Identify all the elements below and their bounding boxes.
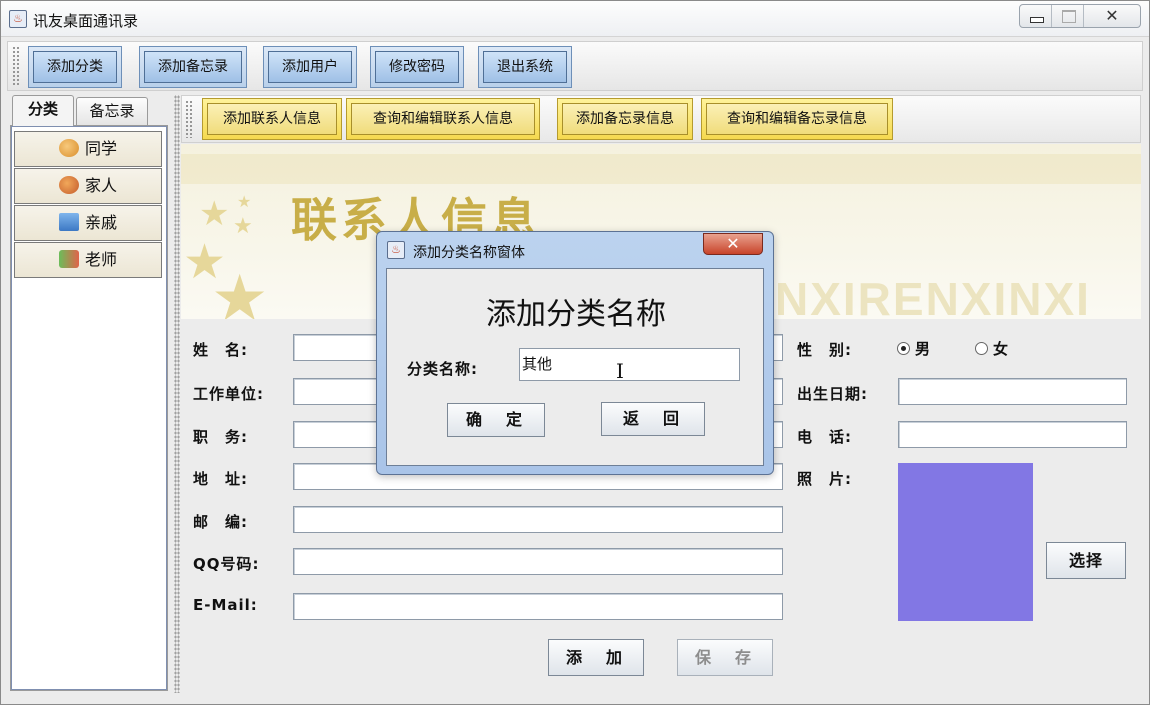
- address-label: 地 址:: [193, 470, 248, 488]
- dialog-body: 添加分类名称 分类名称: 其他 I 确 定 返 回: [386, 268, 764, 466]
- query-edit-memo-button[interactable]: 查询和编辑备忘录信息: [701, 98, 893, 140]
- phone-field[interactable]: [898, 421, 1127, 448]
- position-label: 职 务:: [193, 428, 248, 446]
- category-item-family[interactable]: 家人: [14, 168, 162, 204]
- category-item-teachers[interactable]: 老师: [14, 242, 162, 278]
- banner-stripe: [181, 154, 1141, 184]
- qq-label: QQ号码:: [193, 555, 260, 573]
- minimize-button[interactable]: [1020, 5, 1052, 27]
- radio-unselected-icon: [975, 342, 988, 355]
- app-window: ♨ 讯友桌面通讯录 ✕ 添加分类 添加备忘录 添加用户 修改密码 退出系统 分类…: [0, 0, 1150, 705]
- query-edit-contact-label: 查询和编辑联系人信息: [351, 103, 535, 135]
- photo-preview: [898, 463, 1033, 621]
- title-bar: ♨ 讯友桌面通讯录 ✕: [1, 1, 1149, 37]
- choose-photo-button[interactable]: 选择: [1046, 542, 1126, 579]
- gender-male-label: 男: [915, 340, 931, 358]
- add-contact-info-button[interactable]: 添加联系人信息: [202, 98, 342, 140]
- category-name-input[interactable]: 其他: [519, 348, 740, 381]
- birth-date-field[interactable]: [898, 378, 1127, 405]
- category-label: 同学: [84, 139, 117, 158]
- back-button[interactable]: 返 回: [601, 402, 705, 436]
- add-button[interactable]: 添 加: [548, 639, 644, 676]
- teacher-icon: [58, 250, 79, 268]
- split-divider[interactable]: [174, 95, 180, 693]
- add-memo-button[interactable]: 添加备忘录: [139, 46, 247, 88]
- star-icon: ★: [237, 192, 252, 211]
- tab-memo[interactable]: 备忘录: [76, 97, 148, 125]
- maximize-button[interactable]: [1052, 5, 1084, 27]
- text-cursor-icon: I: [616, 359, 624, 383]
- phone-label: 电 话:: [797, 428, 852, 446]
- contact-toolbar: 添加联系人信息 查询和编辑联系人信息 添加备忘录信息 查询和编辑备忘录信息: [181, 95, 1141, 143]
- add-category-button[interactable]: 添加分类: [28, 46, 122, 88]
- gender-female-radio[interactable]: 女: [975, 338, 1008, 359]
- add-memo-label: 添加备忘录: [144, 51, 242, 83]
- add-category-label: 添加分类: [33, 51, 117, 83]
- add-memo-info-label: 添加备忘录信息: [562, 103, 688, 135]
- tab-category[interactable]: 分类: [12, 95, 74, 126]
- exit-system-button[interactable]: 退出系统: [478, 46, 572, 88]
- dialog-close-button[interactable]: ✕: [703, 233, 763, 255]
- category-label: 亲戚: [84, 213, 117, 232]
- tab-strip: 分类 备忘录: [10, 95, 170, 126]
- gender-female-label: 女: [993, 340, 1009, 358]
- save-button[interactable]: 保 存: [677, 639, 773, 676]
- add-user-button[interactable]: 添加用户: [263, 46, 357, 88]
- name-label: 姓 名:: [193, 341, 248, 359]
- dialog-title: 添加分类名称窗体: [413, 245, 525, 261]
- photo-label: 照 片:: [797, 470, 852, 488]
- zip-field[interactable]: [293, 506, 783, 533]
- java-app-icon: ♨: [387, 241, 405, 259]
- star-icon: ★: [211, 262, 269, 319]
- birth-date-label: 出生日期:: [797, 385, 868, 403]
- category-item-relatives[interactable]: 亲戚: [14, 205, 162, 241]
- add-user-label: 添加用户: [268, 51, 352, 83]
- category-name-label: 分类名称:: [407, 360, 478, 378]
- exit-system-label: 退出系统: [483, 51, 567, 83]
- toolbar-grip[interactable]: [185, 100, 193, 138]
- window-controls: ✕: [1019, 4, 1141, 28]
- category-item-classmates[interactable]: 同学: [14, 131, 162, 167]
- family-icon: [58, 176, 79, 194]
- category-label: 老师: [84, 250, 117, 269]
- add-contact-info-label: 添加联系人信息: [207, 103, 337, 135]
- left-tab-pane: 分类 备忘录 同学 家人 亲戚 老师: [10, 95, 170, 693]
- change-password-button[interactable]: 修改密码: [370, 46, 464, 88]
- email-field[interactable]: [293, 593, 783, 620]
- dialog-heading: 添加分类名称: [486, 297, 666, 332]
- star-icon: ★: [233, 214, 253, 239]
- close-button[interactable]: ✕: [1084, 5, 1140, 27]
- java-app-icon: ♨: [9, 10, 27, 28]
- email-label: E-Mail:: [193, 596, 258, 614]
- relatives-icon: [58, 213, 79, 231]
- confirm-button[interactable]: 确 定: [447, 403, 545, 437]
- main-toolbar: 添加分类 添加备忘录 添加用户 修改密码 退出系统: [7, 41, 1143, 91]
- work-unit-label: 工作单位:: [193, 385, 264, 403]
- query-edit-memo-label: 查询和编辑备忘录信息: [706, 103, 888, 135]
- add-category-dialog: ♨ 添加分类名称窗体 ✕ 添加分类名称 分类名称: 其他 I 确 定 返 回: [376, 231, 774, 475]
- radio-selected-icon: [897, 342, 910, 355]
- star-icon: ★: [199, 194, 230, 234]
- gender-male-radio[interactable]: 男: [897, 338, 930, 359]
- banner-subtitle: NXIRENXINXI: [775, 273, 1091, 319]
- query-edit-contact-button[interactable]: 查询和编辑联系人信息: [346, 98, 540, 140]
- gender-label: 性 别:: [797, 341, 852, 359]
- person-icon: [58, 139, 79, 157]
- zip-label: 邮 编:: [193, 513, 248, 531]
- toolbar-grip[interactable]: [12, 46, 20, 86]
- category-list: 同学 家人 亲戚 老师: [10, 125, 168, 691]
- category-label: 家人: [84, 176, 117, 195]
- change-password-label: 修改密码: [375, 51, 459, 83]
- window-title: 讯友桌面通讯录: [33, 12, 139, 30]
- add-memo-info-button[interactable]: 添加备忘录信息: [557, 98, 693, 140]
- qq-field[interactable]: [293, 548, 783, 575]
